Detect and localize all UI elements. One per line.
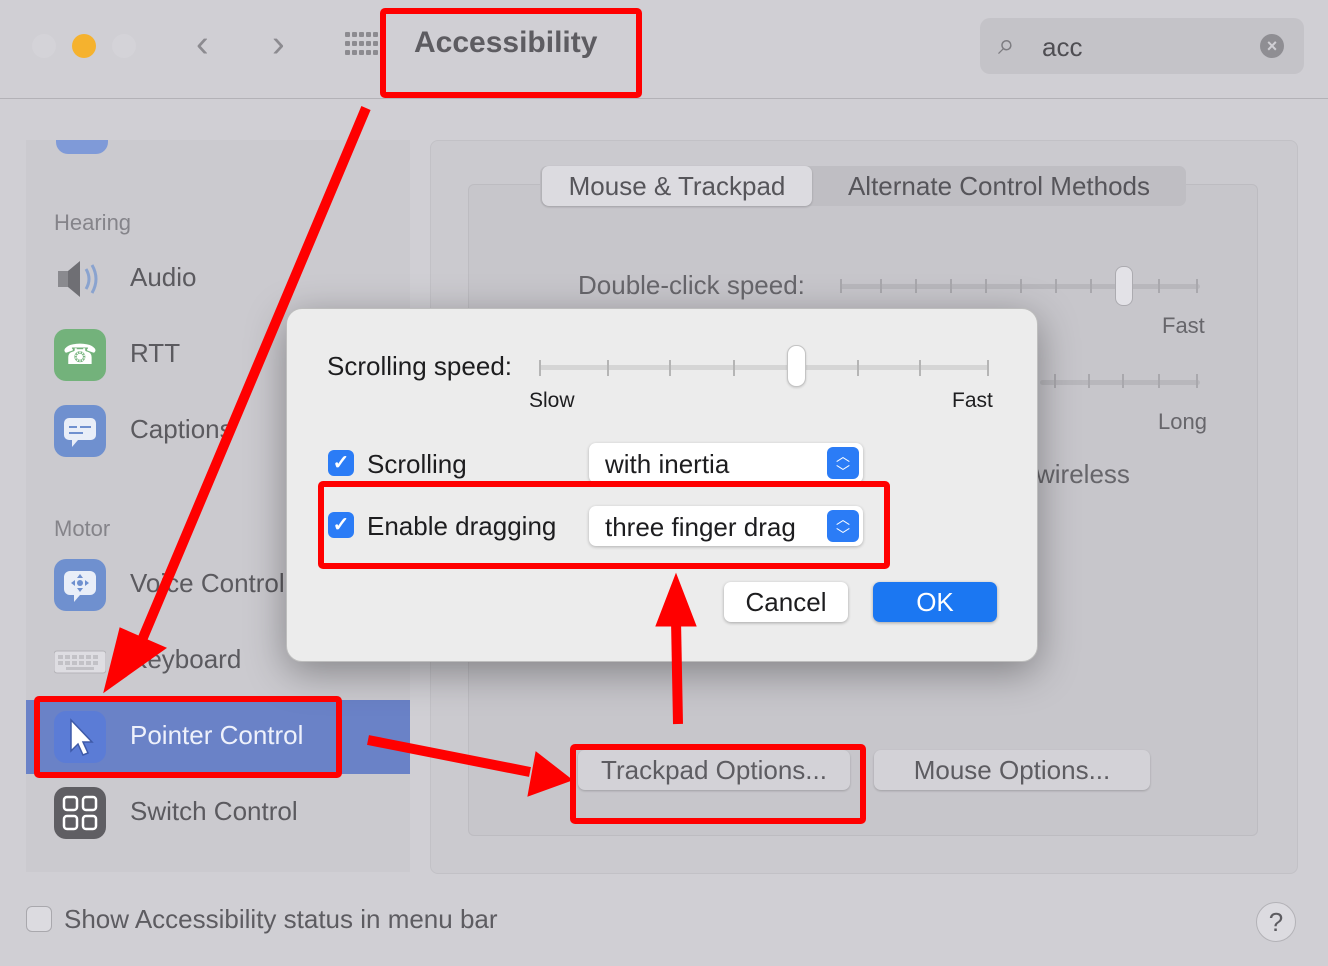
annotation-arrows	[103, 106, 697, 797]
annotation-arrowhead	[103, 627, 168, 694]
annotation-arrowhead	[527, 751, 574, 797]
annotation-arrow-line	[367, 735, 531, 777]
annotation-arrowhead	[655, 572, 697, 627]
annotation-arrow-line	[137, 106, 371, 642]
annotation-arrow-line	[671, 619, 683, 725]
